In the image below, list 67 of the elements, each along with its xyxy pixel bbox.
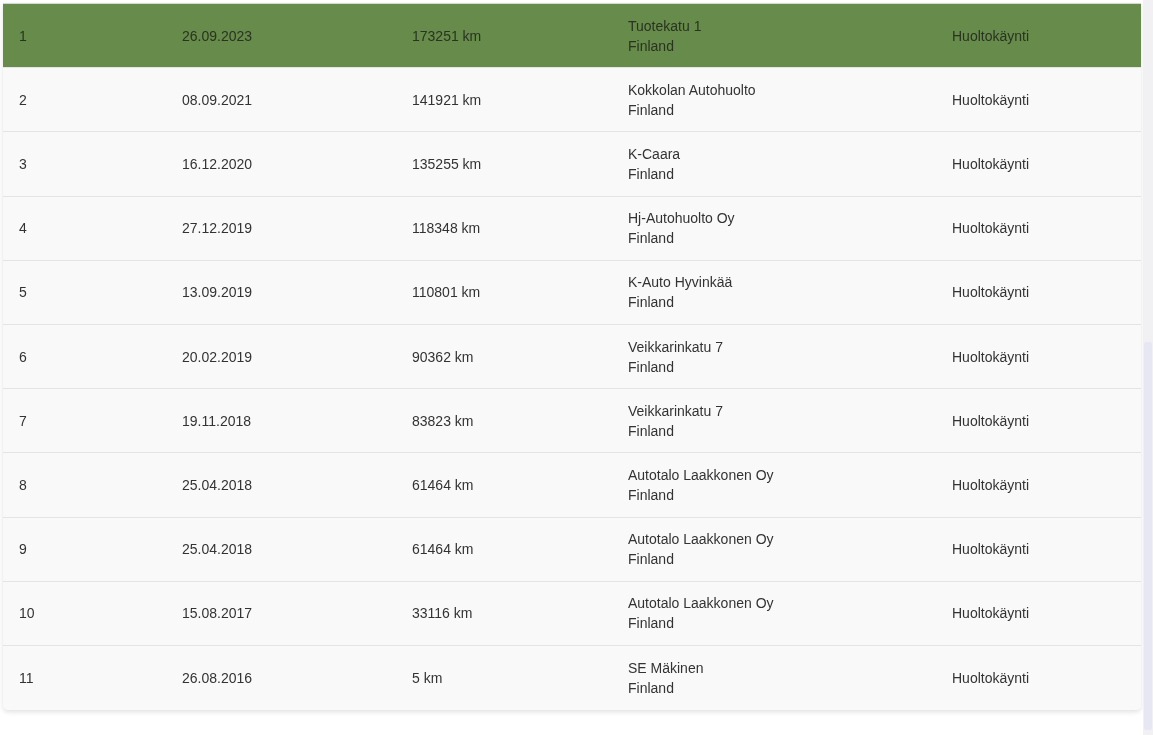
table-cell-text: Veikkarinkatu 7 Finland	[628, 401, 724, 441]
table-cell-text: 5 km	[412, 668, 444, 688]
table-cell-text: 26.09.2023	[182, 26, 254, 46]
table-cell-text: Huoltokäynti	[952, 540, 1031, 560]
table-cell-text: 19.11.2018	[182, 411, 253, 431]
table-cell-text: 15.08.2017	[182, 604, 254, 624]
table-cell-text: 61464 km	[412, 540, 475, 560]
table-cell-text: 13.09.2019	[182, 283, 254, 303]
table-cell-text: 7	[19, 411, 28, 431]
table-row[interactable]: 5 13.09.2019 110801 km K-Auto Hyvinkää Finland Huoltokäynti	[3, 260, 1141, 325]
table-cell-text: 3	[19, 154, 28, 174]
scrollbar-track[interactable]	[1143, 0, 1153, 735]
table-row[interactable]: 10 15.08.2017 33116 km Autotalo Laakkonen Oy Finland Huoltokäynti	[3, 581, 1141, 646]
scrollbar-thumb[interactable]	[1144, 342, 1152, 730]
table-cell-text: Veikkarinkatu 7 Finland	[628, 337, 724, 377]
table-cell-text: 11	[19, 668, 35, 688]
table-cell-text: 16.12.2020	[182, 154, 254, 174]
table-cell-text: 110801 km	[412, 283, 482, 303]
table-row[interactable]: 2 08.09.2021 141921 km Kokkolan Autohuolto Finland Huoltokäynti	[3, 68, 1141, 133]
table-cell-text: 141921 km	[412, 90, 483, 110]
table-cell-text: 118348 km	[412, 219, 482, 239]
table-cell-text: 27.12.2019	[182, 219, 254, 239]
table-cell-text: K-Auto Hyvinkää Finland	[628, 273, 734, 313]
table-cell-text: Huoltokäynti	[952, 668, 1031, 688]
table-cell-text: 5	[19, 283, 28, 303]
table-cell-text: Kokkolan Autohuolto Finland	[628, 80, 757, 120]
table-cell-text: 1	[19, 26, 28, 46]
table-cell-text: 33116 km	[412, 604, 474, 624]
table-cell-text: Autotalo Laakkonen Oy Finland	[628, 465, 775, 505]
table-cell-text: 83823 km	[412, 411, 475, 431]
table-row[interactable]: 9 25.04.2018 61464 km Autotalo Laakkonen Oy Finland Huoltokäynti	[3, 517, 1141, 582]
table-cell-text: Huoltokäynti	[952, 604, 1031, 624]
table-row[interactable]: 4 27.12.2019 118348 km Hj-Autohuolto Oy Finland Huoltokäynti	[3, 196, 1141, 261]
table-cell-text: Huoltokäynti	[952, 347, 1031, 367]
table-cell-text: Autotalo Laakkonen Oy Finland	[628, 594, 775, 634]
table-cell-text: 90362 km	[412, 347, 475, 367]
table-cell-text: Huoltokäynti	[952, 283, 1031, 303]
table-row[interactable]: 7 19.11.2018 83823 km Veikkarinkatu 7 Finland Huoltokäynti	[3, 389, 1141, 454]
table-cell-text: 173251 km	[412, 26, 483, 46]
table-cell-text: 26.08.2016	[182, 668, 254, 688]
table-row[interactable]: 3 16.12.2020 135255 km K-Caara Finland Huoltokäynti	[3, 132, 1141, 197]
table-cell-text: 135255 km	[412, 154, 483, 174]
table-cell-text: SE Mäkinen Finland	[628, 658, 705, 698]
table-cell-text: Autotalo Laakkonen Oy Finland	[628, 530, 775, 570]
table-cell-text: 4	[19, 219, 28, 239]
table-cell-text: Huoltokäynti	[952, 475, 1031, 495]
table-cell-text: Huoltokäynti	[952, 26, 1031, 46]
table-cell-text: 20.02.2019	[182, 347, 254, 367]
table-cell-text: Tuotekatu 1 Finland	[628, 16, 703, 56]
table-row[interactable]: 11 26.08.2016 5 km SE Mäkinen Finland Huoltokäynti	[3, 645, 1141, 711]
table-cell-text: 25.04.2018	[182, 475, 254, 495]
table-cell-text: Huoltokäynti	[952, 154, 1031, 174]
table-cell-text: 2	[19, 90, 28, 110]
table-cell-text: 25.04.2018	[182, 540, 254, 560]
table-cell-text: 10	[19, 604, 36, 624]
table-cell-text: 6	[19, 347, 28, 367]
table-cell-text: 61464 km	[412, 475, 475, 495]
table-cell-text: Huoltokäynti	[952, 90, 1031, 110]
table-cell-text: Hj-Autohuolto Oy Finland	[628, 209, 736, 249]
table-row[interactable]: 8 25.04.2018 61464 km Autotalo Laakkonen Oy Finland Huoltokäynti	[3, 453, 1141, 518]
table-cell-text: 9	[19, 540, 28, 560]
table-cell-text: 8	[19, 475, 28, 495]
table-row[interactable]: 6 20.02.2019 90362 km Veikkarinkatu 7 Finland Huoltokäynti	[3, 324, 1141, 390]
table-cell-text: 08.09.2021	[182, 90, 254, 110]
table-cell-text: Huoltokäynti	[952, 411, 1031, 431]
table-cell-text: K-Caara Finland	[628, 144, 682, 184]
table-cell-text: Huoltokäynti	[952, 219, 1031, 239]
